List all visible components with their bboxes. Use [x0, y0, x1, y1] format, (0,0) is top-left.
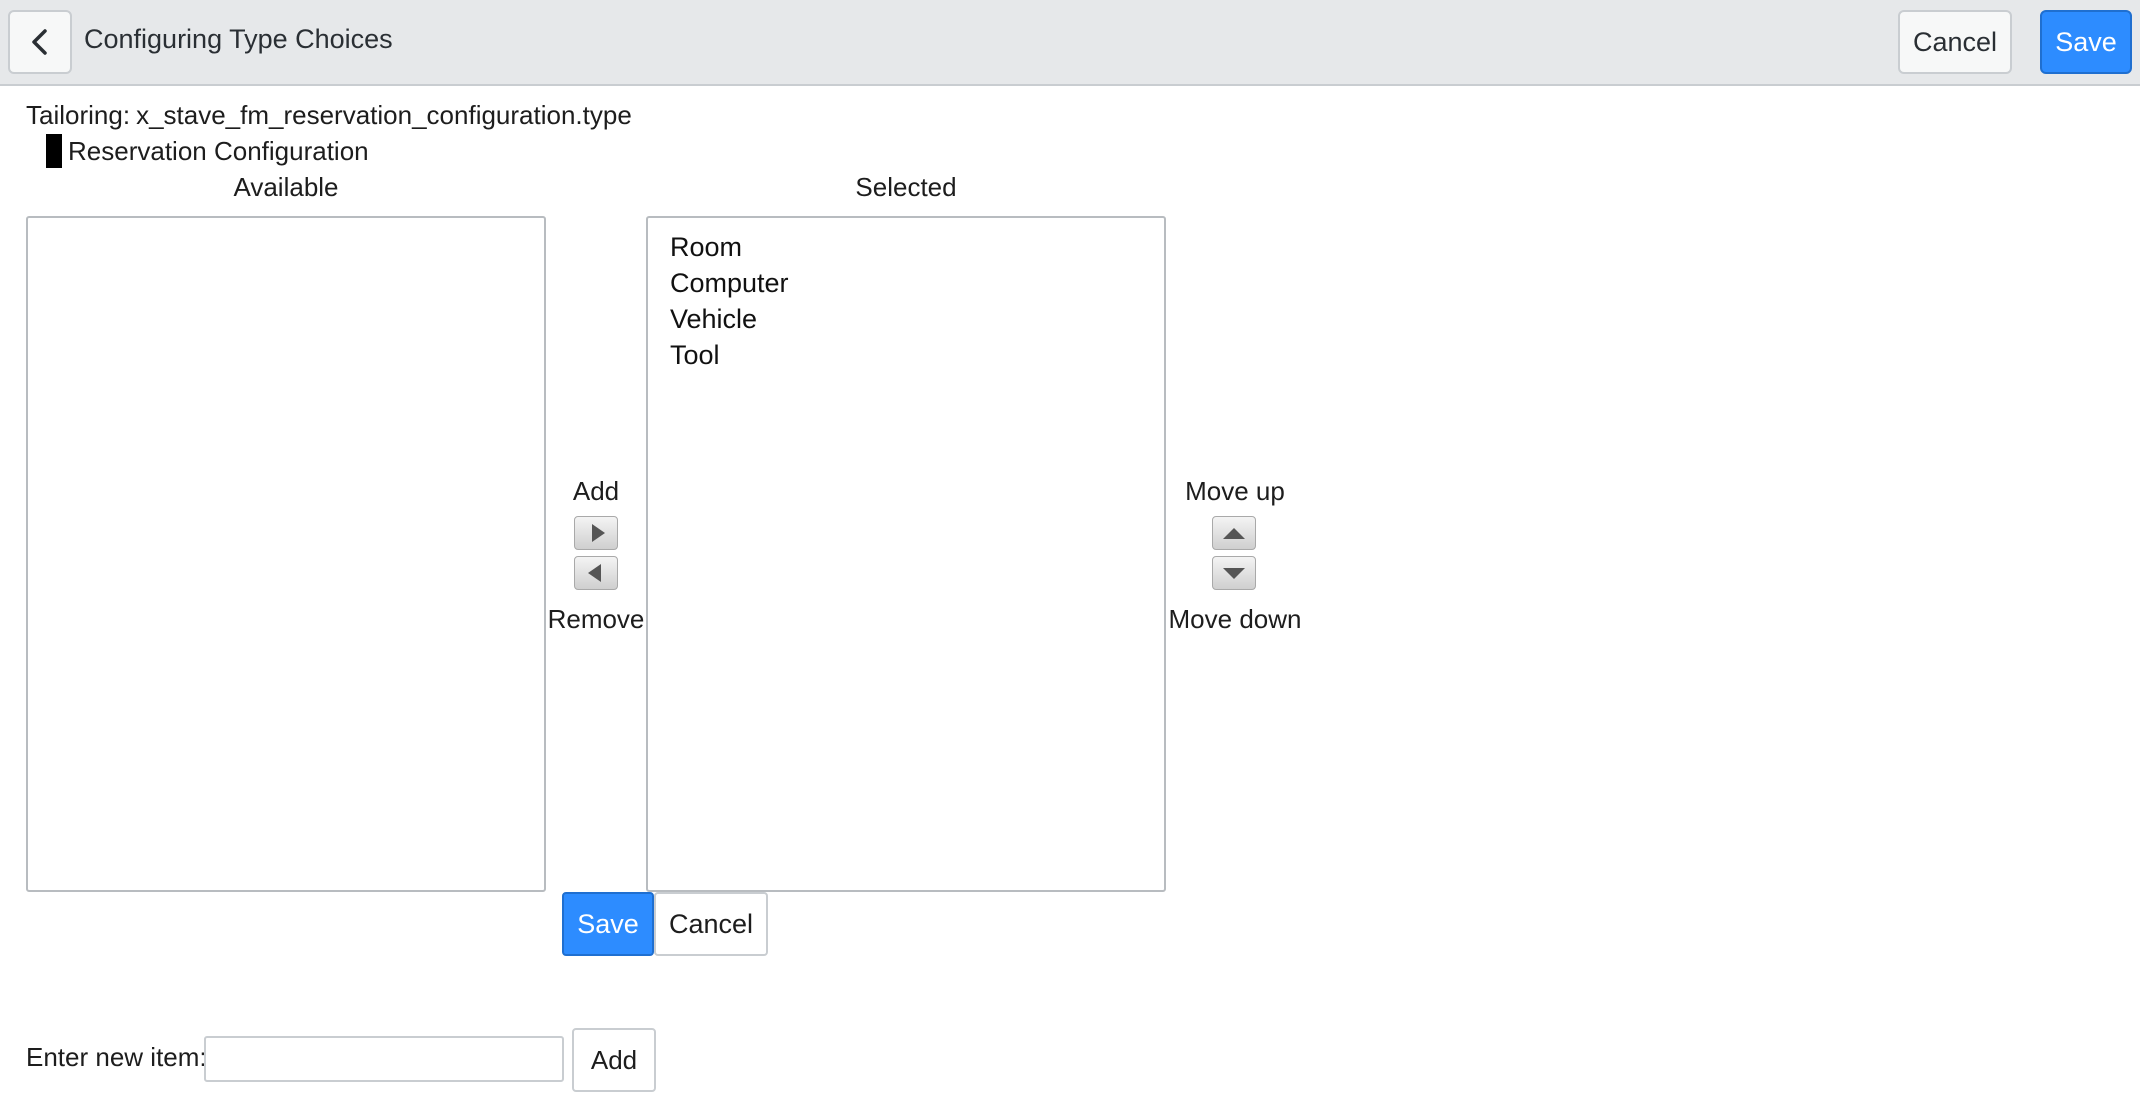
chevron-left-icon — [32, 29, 47, 55]
selected-option[interactable]: Tool — [670, 340, 720, 371]
arrow-left-icon — [587, 564, 601, 582]
tailoring-line: Tailoring: x_stave_fm_reservation_configu… — [26, 100, 632, 131]
selected-list[interactable]: Room Computer Vehicle Tool — [646, 216, 1166, 892]
add-new-item-button[interactable]: Add — [572, 1028, 656, 1092]
arrow-right-icon — [591, 524, 605, 542]
table-name-line: Reservation Configuration — [46, 134, 369, 168]
remove-arrow-button[interactable] — [574, 556, 618, 590]
save-button[interactable]: Save — [562, 892, 654, 956]
arrow-up-icon — [1223, 527, 1245, 539]
arrow-down-icon — [1223, 567, 1245, 579]
move-down-button[interactable] — [1212, 556, 1256, 590]
available-list[interactable] — [26, 216, 546, 892]
available-heading: Available — [233, 172, 339, 202]
selected-option[interactable]: Room — [670, 232, 742, 263]
table-name: Reservation Configuration — [68, 135, 369, 166]
selected-option[interactable]: Vehicle — [670, 304, 757, 335]
cancel-button[interactable]: Cancel — [654, 892, 768, 956]
add-arrow-button[interactable] — [574, 516, 618, 550]
table-marker-icon — [46, 134, 62, 168]
tailoring-value: x_stave_fm_reservation_configuration.typ… — [136, 100, 632, 130]
new-item-input[interactable] — [204, 1036, 564, 1082]
selected-option[interactable]: Computer — [670, 268, 789, 299]
header-save-button[interactable]: Save — [2040, 10, 2132, 74]
move-up-label: Move up — [1185, 476, 1285, 506]
page-title: Configuring Type Choices — [84, 24, 393, 54]
move-up-button[interactable] — [1212, 516, 1256, 550]
header-cancel-button[interactable]: Cancel — [1898, 10, 2012, 74]
top-header: Configuring Type Choices Cancel Save — [0, 0, 2140, 86]
remove-label: Remove — [547, 604, 645, 634]
move-down-label: Move down — [1168, 604, 1302, 634]
add-label: Add — [572, 476, 620, 506]
back-button[interactable] — [8, 10, 72, 74]
tailoring-label: Tailoring: — [26, 100, 131, 130]
selected-heading: Selected — [855, 172, 957, 202]
new-item-label: Enter new item: — [26, 1042, 207, 1072]
